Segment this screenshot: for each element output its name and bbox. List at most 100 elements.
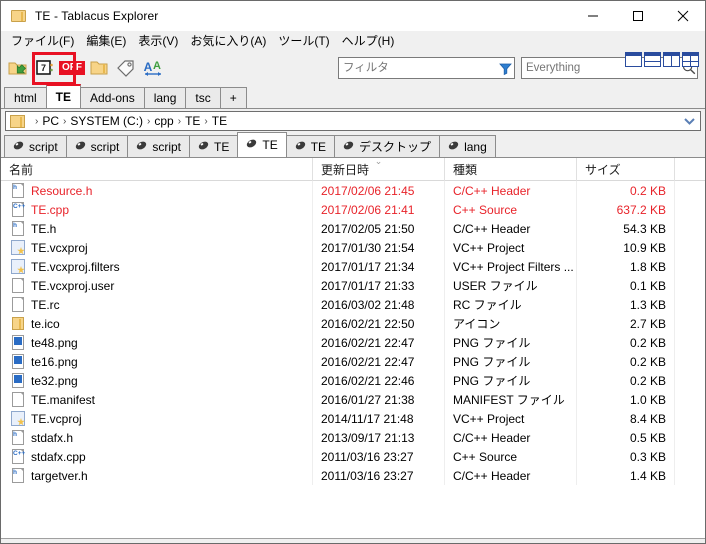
menu-tools[interactable]: ツール(T) — [272, 32, 335, 50]
file-name-cell[interactable]: h stdafx.h — [1, 428, 312, 447]
file-size-cell: 0.2 KB — [576, 371, 674, 390]
filter-input[interactable] — [339, 59, 497, 77]
table-row[interactable]: TE.rc 2016/03/02 21:48 RC ファイル 1.3 KB — [1, 295, 705, 314]
column-header-name[interactable]: 名前 — [1, 158, 312, 181]
table-row[interactable]: te.ico 2016/02/21 22:50 アイコン 2.7 KB — [1, 314, 705, 333]
file-name-cell[interactable]: TE.rc — [1, 295, 312, 314]
layout-horizontal-split-button[interactable] — [644, 52, 661, 67]
breadcrumb-segment-system-c[interactable]: SYSTEM (C:) — [70, 114, 143, 128]
file-type-cell: VC++ Project Filters ... — [444, 257, 576, 276]
filter-input-wrap[interactable] — [338, 57, 515, 79]
table-row[interactable]: h stdafx.h 2013/09/17 21:13 C/C++ Header 0.5… — [1, 428, 705, 447]
vcxproj-file-icon — [11, 240, 25, 255]
breadcrumb[interactable]: › PC › SYSTEM (C:) › cpp › TE › TE — [5, 111, 701, 131]
open-folder-icon[interactable] — [5, 55, 31, 81]
table-row[interactable]: h targetver.h 2011/03/16 23:27 C/C++ Header… — [1, 466, 705, 485]
file-name-cell[interactable]: h TE.h — [1, 219, 312, 238]
table-row[interactable]: te48.png 2016/02/21 22:47 PNG ファイル 0.2 KB — [1, 333, 705, 352]
tag-icon[interactable] — [113, 55, 139, 81]
layout-vertical-split-button[interactable] — [663, 52, 680, 67]
file-name-cell[interactable]: h Resource.h — [1, 181, 312, 200]
file-date-cell: 2017/02/05 21:50 — [312, 219, 444, 238]
pane-tab-label: script — [152, 139, 182, 154]
table-row[interactable]: TE.vcxproj 2017/01/30 21:54 VC++ Project 10… — [1, 238, 705, 257]
file-type-cell: C/C++ Header — [444, 181, 576, 200]
table-row[interactable]: h Resource.h 2017/02/06 21:45 C/C++ Header 0… — [1, 181, 705, 200]
file-name-cell[interactable]: TE.vcxproj.filters — [1, 257, 312, 276]
table-row[interactable]: TE.vcproj 2014/11/17 21:48 VC++ Project 8.4… — [1, 409, 705, 428]
menu-help[interactable]: ヘルプ(H) — [336, 32, 401, 50]
menu-view[interactable]: 表示(V) — [132, 32, 184, 50]
file-name-cell[interactable]: h targetver.h — [1, 466, 312, 485]
column-header-date[interactable]: ⌄ 更新日時 — [312, 158, 444, 181]
pane-tab-te-1[interactable]: TE — [189, 135, 239, 157]
file-name-cell[interactable]: TE.vcxproj.user — [1, 276, 312, 295]
breadcrumb-segment-cpp[interactable]: cpp — [154, 114, 173, 128]
off-toggle-icon[interactable]: OFF — [59, 55, 85, 81]
tab-html[interactable]: html — [4, 87, 47, 108]
column-header-size[interactable]: サイズ — [576, 158, 674, 181]
status-bar — [1, 539, 705, 543]
column-header-row: 名前 ⌄ 更新日時 種類 サイズ — [1, 158, 705, 181]
file-size-label: 0.2 KB — [629, 373, 666, 388]
file-type-cell: PNG ファイル — [444, 352, 576, 371]
file-type-label: C/C++ Header — [453, 430, 531, 445]
menu-favorites[interactable]: お気に入り(A) — [184, 32, 272, 50]
layout-quad-button[interactable] — [682, 52, 699, 67]
pane-tab-script-2[interactable]: script — [65, 135, 129, 157]
table-row[interactable]: TE.vcxproj.filters 2017/01/17 21:34 VC++ P… — [1, 257, 705, 276]
file-size-cell: 54.3 KB — [576, 219, 674, 238]
pane-tab-desktop[interactable]: デスクトップ — [334, 135, 441, 157]
table-row[interactable]: TE.vcxproj.user 2017/01/17 21:33 USER ファイル… — [1, 276, 705, 295]
folder-icon[interactable] — [86, 55, 112, 81]
pane-tab-lang[interactable]: lang — [439, 135, 496, 157]
table-row[interactable]: TE.manifest 2016/01/27 21:38 MANIFEST ファイル… — [1, 390, 705, 409]
file-row-filler — [674, 200, 705, 219]
breadcrumb-segment-pc[interactable]: PC — [42, 114, 59, 128]
breadcrumb-segment-te-2[interactable]: TE — [212, 114, 227, 128]
table-row[interactable]: C++ TE.cpp 2017/02/06 21:41 C++ Source 637.2… — [1, 200, 705, 219]
file-name-cell[interactable]: C++ TE.cpp — [1, 200, 312, 219]
tab-lang[interactable]: lang — [143, 87, 187, 108]
chevron-down-icon[interactable] — [684, 114, 695, 128]
pane-tab-script-3[interactable]: script — [127, 135, 191, 157]
breadcrumb-segment-te[interactable]: TE — [185, 114, 200, 128]
file-name-cell[interactable]: te48.png — [1, 333, 312, 352]
font-size-icon[interactable]: A A — [140, 55, 166, 81]
tab-add-new[interactable]: + — [219, 87, 247, 108]
svg-text:A: A — [144, 60, 153, 74]
file-row-filler — [674, 295, 705, 314]
file-name-cell[interactable]: te32.png — [1, 371, 312, 390]
pane-tab-te-2[interactable]: TE — [237, 132, 287, 157]
file-name-cell[interactable]: TE.manifest — [1, 390, 312, 409]
file-name-cell[interactable]: TE.vcproj — [1, 409, 312, 428]
table-row[interactable]: te16.png 2016/02/21 22:47 PNG ファイル 0.2 KB — [1, 352, 705, 371]
file-date-cell: 2017/01/17 21:34 — [312, 257, 444, 276]
file-name-cell[interactable]: C++ stdafx.cpp — [1, 447, 312, 466]
seven-zip-icon[interactable]: 7 — [32, 55, 58, 81]
app-folder-icon — [11, 8, 27, 24]
h-file-icon: h — [11, 468, 25, 483]
tab-tsc[interactable]: tsc — [185, 87, 221, 108]
pane-tab-bar: script script script TE TE TE デスクトップ lan… — [1, 132, 705, 158]
menu-edit[interactable]: 編集(E) — [80, 32, 132, 50]
tab-add-ons[interactable]: Add-ons — [80, 87, 145, 108]
file-name-cell[interactable]: TE.vcxproj — [1, 238, 312, 257]
file-name-cell[interactable]: te16.png — [1, 352, 312, 371]
menu-file[interactable]: ファイル(F) — [5, 32, 80, 50]
pane-tab-script-1[interactable]: script — [4, 135, 67, 157]
minimize-button[interactable] — [570, 0, 615, 31]
tab-te[interactable]: TE — [45, 84, 82, 108]
table-row[interactable]: h TE.h 2017/02/05 21:50 C/C++ Header 54.3 KB — [1, 219, 705, 238]
file-row-filler — [674, 390, 705, 409]
table-row[interactable]: te32.png 2016/02/21 22:46 PNG ファイル 0.2 KB — [1, 371, 705, 390]
column-header-type[interactable]: 種類 — [444, 158, 576, 181]
file-name-cell[interactable]: te.ico — [1, 314, 312, 333]
file-name-label: stdafx.cpp — [31, 449, 86, 464]
filter-funnel-icon[interactable] — [497, 62, 514, 75]
pane-tab-te-3[interactable]: TE — [285, 135, 336, 157]
table-row[interactable]: C++ stdafx.cpp 2011/03/16 23:27 C++ Source 0… — [1, 447, 705, 466]
layout-single-button[interactable] — [625, 52, 642, 67]
close-button[interactable] — [660, 0, 705, 31]
maximize-button[interactable] — [615, 0, 660, 31]
